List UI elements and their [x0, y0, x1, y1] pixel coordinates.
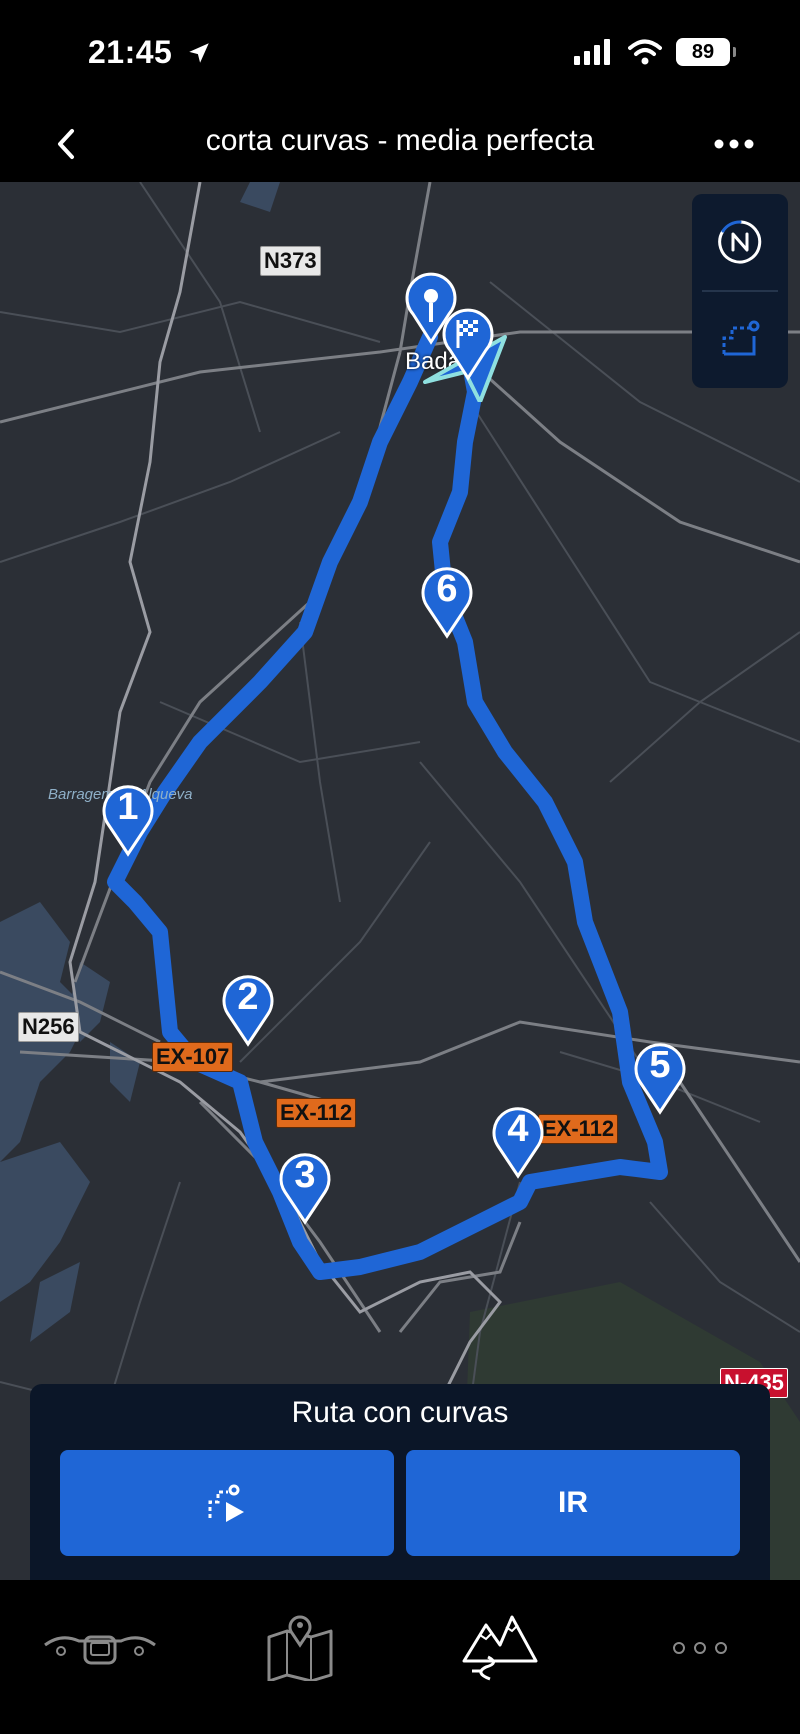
location-arrow-icon: [188, 43, 209, 63]
waypoint-number: 3: [294, 1154, 316, 1196]
map-pin-icon: [267, 1615, 333, 1681]
route-overview-icon: [722, 320, 760, 356]
battery-level: 89: [691, 40, 715, 63]
route-play-icon: [208, 1484, 244, 1522]
major-roads: [0, 182, 800, 1333]
tab-motorcycle[interactable]: [30, 1598, 170, 1698]
tab-routes[interactable]: [430, 1598, 570, 1698]
ellipsis-icon: [714, 139, 754, 149]
waypoint-number: 6: [436, 568, 458, 610]
compass-north-icon: [718, 220, 762, 264]
status-bar: 21:45 89: [0, 0, 800, 108]
mountain-route-icon: [462, 1615, 538, 1681]
wifi-icon: [628, 39, 662, 65]
waypoint-pin-2[interactable]: 2: [220, 972, 276, 1048]
waypoint-pin-6[interactable]: 6: [419, 564, 475, 640]
waypoint-number: 4: [507, 1108, 529, 1150]
signal-icon: [574, 39, 610, 65]
page-title: corta curvas - media perfecta: [205, 124, 595, 157]
road-label-ex112-east: EX-112: [538, 1114, 619, 1144]
compass-button[interactable]: [692, 194, 788, 290]
motorcycle-icon: [44, 1635, 156, 1665]
map-controls: [692, 194, 788, 388]
status-time: 21:45: [88, 34, 212, 71]
tab-more[interactable]: [630, 1598, 770, 1698]
waypoint-pin-3[interactable]: 3: [277, 1150, 333, 1226]
battery-indicator: 89: [676, 38, 736, 66]
waypoint-pin-1[interactable]: 1: [100, 782, 156, 858]
waypoint-pin-5[interactable]: 5: [632, 1040, 688, 1116]
waypoint-number: 1: [117, 786, 139, 828]
waypoint-number: 5: [649, 1044, 671, 1086]
map-view[interactable]: N373 N256 EX-107 EX-112 EX-112 N-435 Bar…: [0, 182, 800, 1580]
water-bodies: [0, 182, 280, 1342]
waypoint-pin-4[interactable]: 4: [490, 1104, 546, 1180]
nav-bar: corta curvas - media perfecta: [0, 108, 800, 182]
time-text: 21:45: [88, 34, 173, 70]
map-canvas: [0, 182, 800, 1580]
waypoint-number: 2: [237, 976, 259, 1018]
road-label-ex112-west: EX-112: [276, 1098, 357, 1128]
more-options-button[interactable]: [704, 124, 764, 164]
tab-map[interactable]: [230, 1598, 370, 1698]
go-button[interactable]: IR: [406, 1450, 740, 1556]
road-label-n373: N373: [260, 246, 321, 276]
finish-flag-pin[interactable]: [440, 306, 496, 382]
route-type-title: Ruta con curvas: [291, 1396, 509, 1429]
road-label-n256: N256: [18, 1012, 79, 1042]
route-overview-button[interactable]: [692, 292, 788, 388]
tab-bar: [0, 1580, 800, 1734]
route-preview-button[interactable]: [60, 1450, 394, 1556]
more-dots-icon: [673, 1642, 727, 1654]
status-icons: 89: [574, 38, 736, 66]
route-card: Ruta con curvas IR: [30, 1384, 770, 1580]
